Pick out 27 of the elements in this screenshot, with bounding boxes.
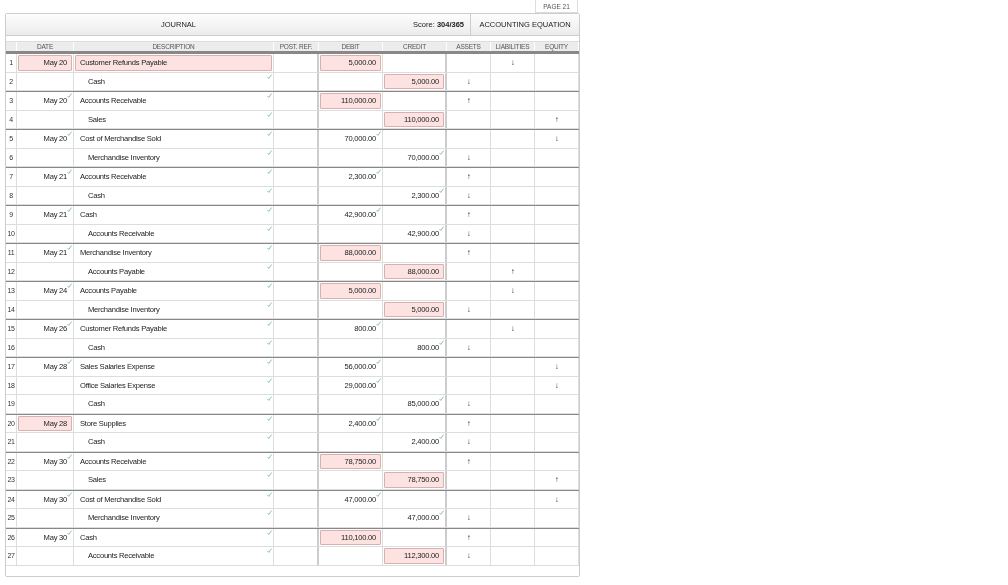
arrow-text: ↓ [465,436,472,449]
arrow-text: ↑ [465,247,472,260]
arrow-text: ↑ [509,265,516,278]
arrow-text: ↑ [553,113,560,126]
arrow-text: ↓ [553,379,560,392]
arrow-text: ↓ [465,341,472,354]
arrow-text: ↓ [465,227,472,240]
arrow-text: ↓ [553,361,560,374]
arrow-text: ↓ [465,75,472,88]
arrow-text: ↓ [465,151,472,164]
arrow-text: ↓ [509,285,516,298]
arrow-text: ↑ [465,455,472,468]
arrow-text: ↓ [553,493,560,506]
arrow-text: ↓ [509,323,516,336]
arrow-text: ↑ [465,531,472,544]
arrow-text: ↓ [465,303,472,316]
arrow-text: ↓ [553,133,560,146]
arrow-text: ↑ [465,171,472,184]
arrow-text: ↓ [465,550,472,563]
arrow-text: ↑ [465,95,472,108]
arrow-text: ↓ [465,189,472,202]
arrow-text: ↑ [465,209,472,222]
arrow-text: ↑ [553,474,560,487]
arrow-text: ↑ [465,417,472,430]
arrow-text: ↓ [465,512,472,525]
arrow-text: ↓ [509,57,516,70]
arrow-text: ↓ [465,398,472,411]
